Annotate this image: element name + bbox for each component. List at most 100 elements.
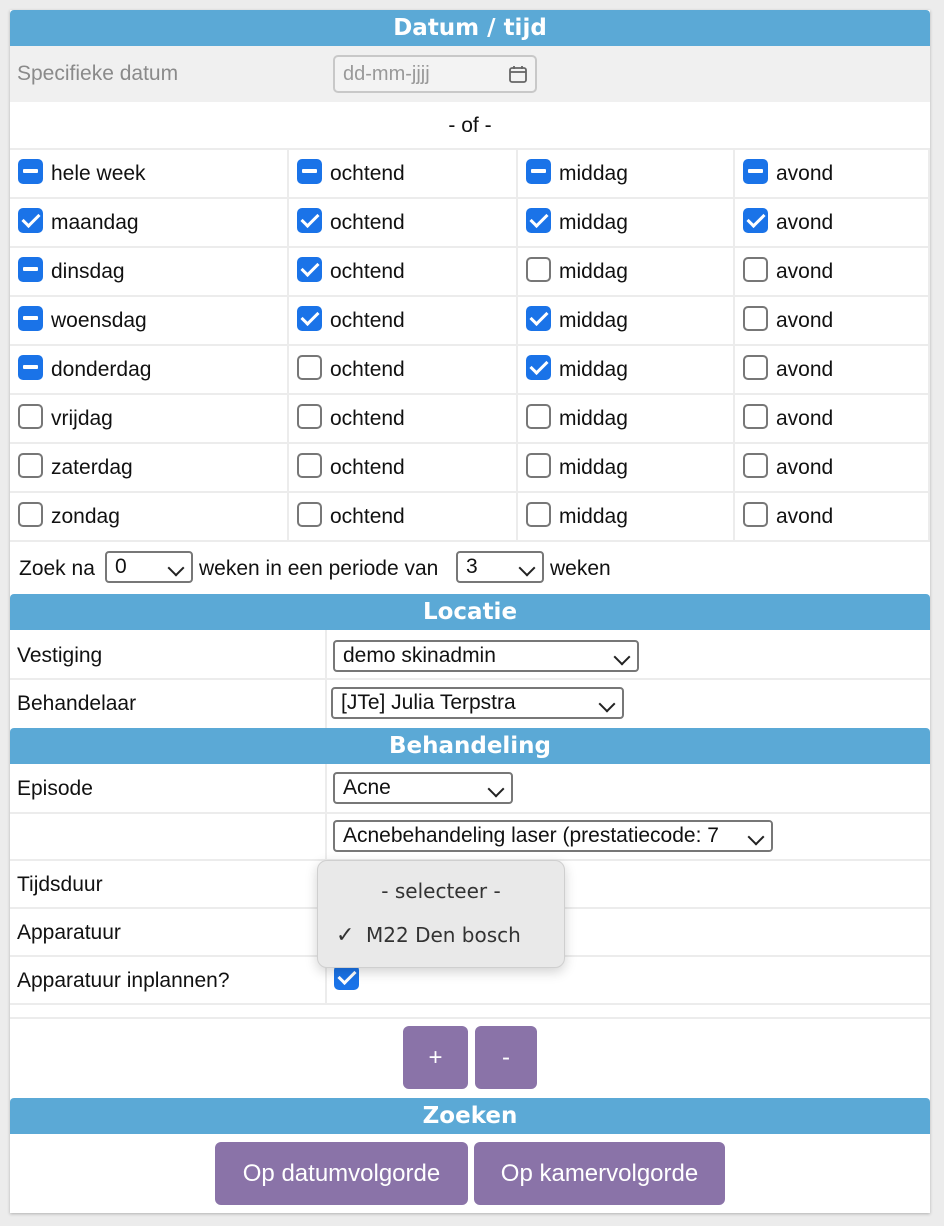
row-divider [10,678,930,680]
behandelaar-value: [JTe] Julia Terpstra [341,691,516,714]
episode-select[interactable]: Acne [333,772,513,804]
maandag-avond-checkbox[interactable] [743,208,768,233]
chevron-down-icon [487,780,505,798]
dinsdag-ochtend-checkbox[interactable] [297,257,322,282]
search-form-panel: Datum / tijd Specifieke datum dd-mm-jjjj… [10,10,930,1213]
apparatuur-dropdown-menu: - selecteer - ✓ M22 Den bosch [317,860,565,968]
zaterdag-avond-checkbox[interactable] [743,453,768,478]
dinsdag-avond-checkbox[interactable] [743,257,768,282]
specific-date-input[interactable]: dd-mm-jjjj [333,55,537,93]
schedule-cell: ochtend [289,444,518,493]
hele-week-avond-checkbox[interactable] [743,159,768,184]
zondag-avond-checkbox[interactable] [743,502,768,527]
donderdag-ochtend-checkbox[interactable] [297,355,322,380]
schedule-cell: middag [518,248,735,297]
avond-label: avond [776,407,834,430]
date-order-button[interactable]: Op datumvolgorde [215,1142,468,1205]
hele-week-middag-checkbox[interactable] [526,159,551,184]
schedule-cell: avond [735,346,930,395]
maandag-middag-checkbox[interactable] [526,208,551,233]
day-label: woensdag [51,309,147,332]
maandag-ochtend-checkbox[interactable] [297,208,322,233]
ochtend-label: ochtend [330,309,405,332]
schedule-cell: middag [518,444,735,493]
treatment-select[interactable]: Acnebehandeling laser (prestatiecode: 7 [333,820,773,852]
avond-label: avond [776,211,834,234]
zaterdag-middag-checkbox[interactable] [526,453,551,478]
weeks-offset-select[interactable]: 0 [105,551,193,583]
schedule-cell: vrijdag [10,395,289,444]
search-period-prefix: Zoek na [19,557,95,580]
ochtend-label: ochtend [330,358,405,381]
avond-label: avond [776,456,834,479]
vestiging-label: Vestiging [17,644,103,667]
dinsdag-checkbox[interactable] [18,257,43,282]
schedule-cell: dinsdag [10,248,289,297]
zondag-middag-checkbox[interactable] [526,502,551,527]
ochtend-label: ochtend [330,162,405,185]
add-button[interactable]: + [403,1026,468,1089]
hele-week-ochtend-checkbox[interactable] [297,159,322,184]
zaterdag-ochtend-checkbox[interactable] [297,453,322,478]
vestiging-value: demo skinadmin [343,644,496,667]
woensdag-middag-checkbox[interactable] [526,306,551,331]
ochtend-label: ochtend [330,211,405,234]
zondag-ochtend-checkbox[interactable] [297,502,322,527]
schedule-cell: woensdag [10,297,289,346]
schedule-cell: maandag [10,199,289,248]
dropdown-option-selecteer[interactable]: - selecteer - [318,879,564,903]
donderdag-avond-checkbox[interactable] [743,355,768,380]
chevron-down-icon [518,559,536,577]
row-divider [10,1003,930,1005]
zondag-checkbox[interactable] [18,502,43,527]
avond-label: avond [776,309,834,332]
vrijdag-avond-checkbox[interactable] [743,404,768,429]
hele-week-checkbox[interactable] [18,159,43,184]
section-header-locatie: Locatie [10,594,930,630]
vrijdag-middag-checkbox[interactable] [526,404,551,429]
or-divider-row: - of - [10,102,930,150]
donderdag-middag-checkbox[interactable] [526,355,551,380]
schedule-cell: hele week [10,150,289,199]
behandelaar-label: Behandelaar [17,692,137,715]
episode-label: Episode [17,777,93,800]
schedule-cell: ochtend [289,248,518,297]
ochtend-label: ochtend [330,407,405,430]
remove-button[interactable]: - [475,1026,537,1089]
weeks-offset-value: 0 [115,555,127,578]
avond-label: avond [776,260,834,283]
schedule-cell: ochtend [289,199,518,248]
schedule-cell: middag [518,297,735,346]
calendar-icon[interactable] [509,65,527,83]
day-label: vrijdag [51,407,113,430]
period-weeks-select[interactable]: 3 [456,551,544,583]
avond-label: avond [776,162,834,185]
middag-label: middag [559,211,628,234]
vrijdag-ochtend-checkbox[interactable] [297,404,322,429]
schedule-cell: middag [518,346,735,395]
behandelaar-select[interactable]: [JTe] Julia Terpstra [331,687,624,719]
schedule-cell: ochtend [289,297,518,346]
woensdag-avond-checkbox[interactable] [743,306,768,331]
schedule-cell: avond [735,199,930,248]
maandag-checkbox[interactable] [18,208,43,233]
apparatuur-inplannen-checkbox[interactable] [334,965,359,990]
schedule-cell: middag [518,395,735,444]
option-label: - selecteer - [381,879,501,903]
room-order-button[interactable]: Op kamervolgorde [474,1142,725,1205]
woensdag-checkbox[interactable] [18,306,43,331]
schedule-cell: ochtend [289,493,518,542]
dinsdag-middag-checkbox[interactable] [526,257,551,282]
day-label: dinsdag [51,260,125,283]
schedule-cell: middag [518,493,735,542]
donderdag-checkbox[interactable] [18,355,43,380]
day-label: maandag [51,211,139,234]
chevron-down-icon [613,648,631,666]
vestiging-select[interactable]: demo skinadmin [333,640,639,672]
middag-label: middag [559,358,628,381]
woensdag-ochtend-checkbox[interactable] [297,306,322,331]
specific-date-label: Specifieke datum [17,62,179,85]
zaterdag-checkbox[interactable] [18,453,43,478]
ochtend-label: ochtend [330,456,405,479]
vrijdag-checkbox[interactable] [18,404,43,429]
